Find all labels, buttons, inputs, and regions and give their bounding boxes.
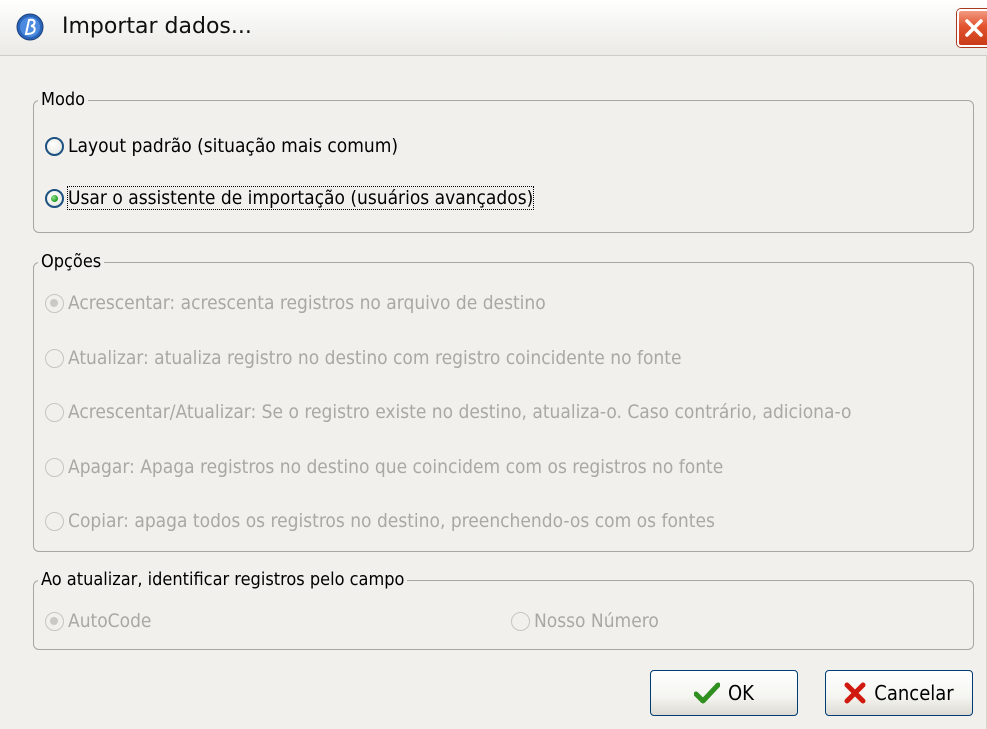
identificar-legend: Ao atualizar, identificar registros pelo… bbox=[41, 569, 405, 590]
radio-button-selected[interactable] bbox=[45, 611, 64, 631]
option-layout-padrao[interactable]: Layout padrão (situação mais comum) bbox=[45, 133, 398, 159]
option-label: Usar o assistente de importação (usuário… bbox=[66, 186, 535, 210]
red-x-icon bbox=[844, 682, 866, 704]
opcoes-legend: Opções bbox=[41, 251, 102, 272]
close-icon bbox=[965, 19, 983, 37]
radio-button-selected[interactable] bbox=[45, 188, 64, 208]
modo-group: Modo bbox=[33, 90, 974, 233]
close-button[interactable] bbox=[957, 9, 987, 47]
option-label: AutoCode bbox=[68, 610, 152, 632]
import-dialog: Importar dados... Modo Layout padrão (si… bbox=[0, 0, 987, 729]
radio-button-selected[interactable] bbox=[45, 293, 64, 313]
radio-button[interactable] bbox=[45, 511, 64, 531]
option-label: Layout padrão (situação mais comum) bbox=[68, 135, 399, 157]
radio-button[interactable] bbox=[45, 136, 64, 156]
identificar-group: Ao atualizar, identificar registros pelo… bbox=[33, 570, 974, 650]
radio-button[interactable] bbox=[511, 611, 530, 631]
app-logo-icon bbox=[16, 13, 44, 41]
option-acrescentar-atualizar[interactable]: Acrescentar/Atualizar: Se o registro exi… bbox=[45, 399, 851, 425]
option-label: Apagar: Apaga registros no destino que c… bbox=[68, 456, 724, 478]
modo-legend: Modo bbox=[41, 89, 86, 110]
option-autocode[interactable]: AutoCode bbox=[45, 608, 151, 634]
radio-button[interactable] bbox=[45, 348, 64, 368]
window-title: Importar dados... bbox=[62, 14, 252, 39]
option-label: Acrescentar/Atualizar: Se o registro exi… bbox=[68, 401, 852, 423]
ok-button[interactable]: OK bbox=[650, 670, 798, 716]
option-nosso-numero[interactable]: Nosso Número bbox=[511, 608, 659, 634]
option-label: Acrescentar: acrescenta registros no arq… bbox=[68, 292, 546, 314]
option-atualizar[interactable]: Atualizar: atualiza registro no destino … bbox=[45, 345, 681, 371]
cancel-button[interactable]: Cancelar bbox=[825, 670, 973, 716]
ok-label: OK bbox=[728, 681, 754, 705]
checkmark-icon bbox=[694, 682, 721, 704]
option-copiar[interactable]: Copiar: apaga todos os registros no dest… bbox=[45, 508, 715, 534]
option-label: Atualizar: atualiza registro no destino … bbox=[68, 347, 682, 369]
option-label: Nosso Número bbox=[534, 610, 659, 632]
cancel-label: Cancelar bbox=[874, 681, 954, 705]
radio-button[interactable] bbox=[45, 457, 64, 477]
title-bar[interactable]: Importar dados... bbox=[0, 0, 987, 56]
option-label: Copiar: apaga todos os registros no dest… bbox=[68, 510, 715, 532]
option-apagar[interactable]: Apagar: Apaga registros no destino que c… bbox=[45, 454, 723, 480]
option-acrescentar[interactable]: Acrescentar: acrescenta registros no arq… bbox=[45, 290, 546, 316]
radio-button[interactable] bbox=[45, 402, 64, 422]
option-assistente[interactable]: Usar o assistente de importação (usuário… bbox=[45, 185, 535, 211]
